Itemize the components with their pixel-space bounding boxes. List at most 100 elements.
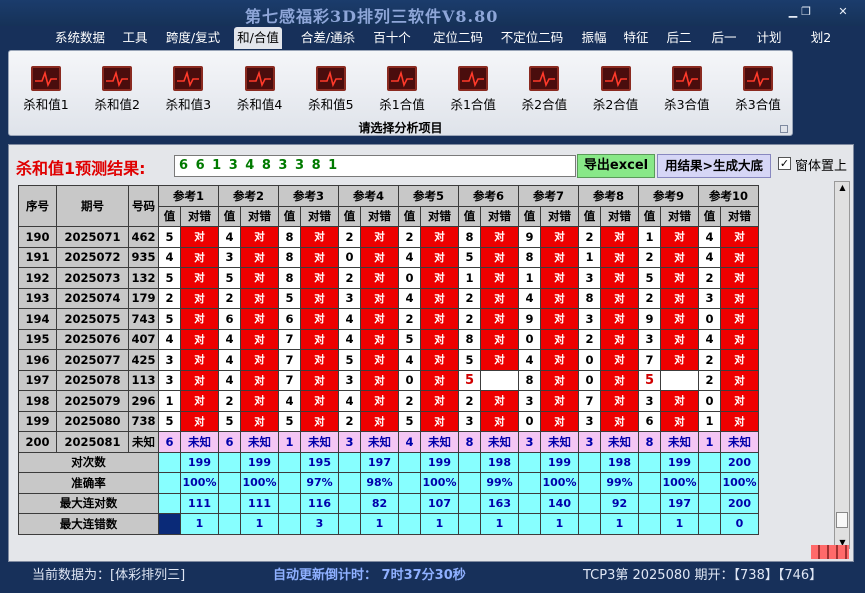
ref-value: 3 (458, 410, 481, 432)
ref-value: 2 (218, 390, 241, 412)
ribbon-button-4[interactable]: 杀和值5 (296, 66, 366, 122)
stat-value: 97% (300, 472, 339, 494)
row-seq: 193 (18, 287, 57, 309)
stat-value: 99% (480, 472, 519, 494)
menu-item-9[interactable]: 特征 (618, 27, 654, 49)
ref-value: 4 (158, 328, 181, 350)
ref-hit-cell: 对 (660, 410, 699, 432)
generate-base-button[interactable]: 用结果>生成大底 (657, 154, 771, 178)
col-ref-group: 参考8 (578, 185, 639, 207)
stat-value: 198 (600, 451, 639, 473)
stat-label: 准确率 (18, 472, 159, 494)
table-row: 196 2025077 425 3 对 4 对 7 对 5 对 4 对 5 对 4 对 0 对 7 对 2 对 (18, 349, 759, 371)
ribbon-button-label: 杀3合值 (735, 97, 781, 112)
menu-item-11[interactable]: 后一 (706, 27, 742, 49)
menu-item-12[interactable]: 计划 (752, 27, 786, 49)
menu-item-7[interactable]: 不定位二码 (496, 27, 568, 49)
ref-hit-cell: 对 (420, 308, 459, 330)
ribbon-button-6[interactable]: 杀1合值 (438, 66, 508, 122)
menu-item-4[interactable]: 合差/通杀 (297, 27, 359, 49)
ref-value: 3 (338, 287, 361, 309)
ribbon-button-10[interactable]: 杀3合值 (723, 66, 793, 122)
col-ref-group: 参考6 (458, 185, 519, 207)
ribbon-button-7[interactable]: 杀2合值 (509, 66, 579, 122)
row-seq: 190 (18, 226, 57, 248)
close-icon[interactable]: ✕ (832, 5, 854, 19)
menu-item-0[interactable]: 系统数据 (52, 27, 108, 49)
ribbon-button-9[interactable]: 杀3合值 (652, 66, 722, 122)
ribbon-button-8[interactable]: 杀2合值 (581, 66, 651, 122)
export-excel-button[interactable]: 导出excel (577, 154, 655, 178)
chart-icon (458, 66, 489, 91)
menu-item-8[interactable]: 振幅 (576, 27, 612, 49)
ref-value: 1 (578, 246, 601, 268)
menu-item-2[interactable]: 跨度/复式 (160, 27, 226, 49)
ref-hit-cell: 对 (720, 267, 759, 289)
menu-item-6[interactable]: 定位二码 (426, 27, 490, 49)
ref-hit-cell: 对 (360, 308, 399, 330)
menu-item-13[interactable]: 划2 (806, 27, 836, 49)
ref-hit-cell: 对 (240, 267, 279, 289)
menu-item-5[interactable]: 百十个 (371, 27, 413, 49)
table-row: 190 2025071 462 5 对 4 对 8 对 2 对 2 对 8 对 9 对 2 对 1 对 4 对 (18, 226, 759, 248)
menu-item-3[interactable]: 和/合值 (234, 27, 282, 49)
col-hit: 对错 (540, 205, 579, 227)
dialog-launcher-icon[interactable] (780, 125, 788, 133)
ref-hit-cell: 对 (180, 349, 219, 371)
topmost-label: 窗体置上 (795, 159, 848, 174)
ref-hit-cell: 对 (360, 369, 399, 391)
stat-gap (578, 451, 601, 473)
ref-value: 1 (458, 267, 481, 289)
menu-item-10[interactable]: 后二 (662, 27, 696, 49)
col-value: 值 (278, 205, 301, 227)
ribbon-button-3[interactable]: 杀和值4 (225, 66, 295, 122)
ref-value: 8 (458, 226, 481, 248)
ref-value: 4 (398, 349, 421, 371)
menu-bar: 系统数据 工具 跨度/复式 和/合值 合差/通杀 百十个 定位二码 不定位二码 振幅 特征 后二 后一… (0, 26, 865, 50)
ribbon-button-label: 杀3合值 (664, 97, 710, 112)
ref-value: 9 (518, 226, 541, 248)
ref-hit-cell: 对 (420, 369, 459, 391)
ref-hit-cell: 对 (300, 349, 339, 371)
col-ref-group: 参考2 (218, 185, 279, 207)
ribbon-button-label: 杀和值4 (236, 97, 283, 112)
vertical-scrollbar[interactable]: ▲ ▼ (834, 181, 850, 549)
row-number: 179 (128, 287, 159, 309)
restore-icon[interactable]: ❐ (795, 5, 817, 19)
ribbon-button-label: 杀和值3 (165, 97, 212, 112)
ribbon-button-5[interactable]: 杀1合值 (367, 66, 437, 122)
ref-hit-cell: 对 (300, 287, 339, 309)
ref-hit-cell: 对 (300, 226, 339, 248)
ref-value: 2 (398, 226, 421, 248)
ref-value: 7 (638, 349, 661, 371)
pred-value: 6 (158, 431, 181, 453)
scroll-up-icon[interactable]: ▲ (837, 183, 848, 192)
ribbon-button-label: 杀2合值 (521, 97, 568, 112)
ref-hit-cell: 对 (240, 349, 279, 371)
ribbon-button-0[interactable]: 杀和值1 (11, 66, 81, 122)
ribbon-button-1[interactable]: 杀和值2 (82, 66, 152, 122)
ref-hit-cell: 对 (180, 246, 219, 268)
ref-value: 5 (398, 328, 421, 350)
stat-value: 199 (180, 451, 219, 473)
ref-value: 1 (518, 267, 541, 289)
row-seq: 200 (18, 431, 57, 453)
ref-value: 5 (158, 308, 181, 330)
row-period: 2025075 (56, 308, 129, 330)
menu-item-1[interactable]: 工具 (118, 27, 152, 49)
row-seq: 194 (18, 308, 57, 330)
scroll-thumb[interactable] (836, 512, 848, 528)
ref-value: 7 (578, 390, 601, 412)
ref-hit-cell: 对 (540, 328, 579, 350)
ref-hit-cell: 对 (600, 246, 639, 268)
ribbon-button-2[interactable]: 杀和值3 (153, 66, 223, 122)
topmost-checkbox[interactable]: ✓ (778, 157, 791, 170)
col-value: 值 (698, 205, 721, 227)
stat-value: 1 (600, 513, 639, 535)
ribbon-button-label: 杀和值2 (94, 97, 140, 112)
prediction-result-field[interactable]: 6 6 1 3 4 8 3 3 8 1 (174, 155, 576, 177)
stat-gap (518, 472, 541, 494)
col-period: 期号 (56, 185, 129, 227)
ref-value: 2 (398, 308, 421, 330)
stat-gap (158, 451, 181, 473)
